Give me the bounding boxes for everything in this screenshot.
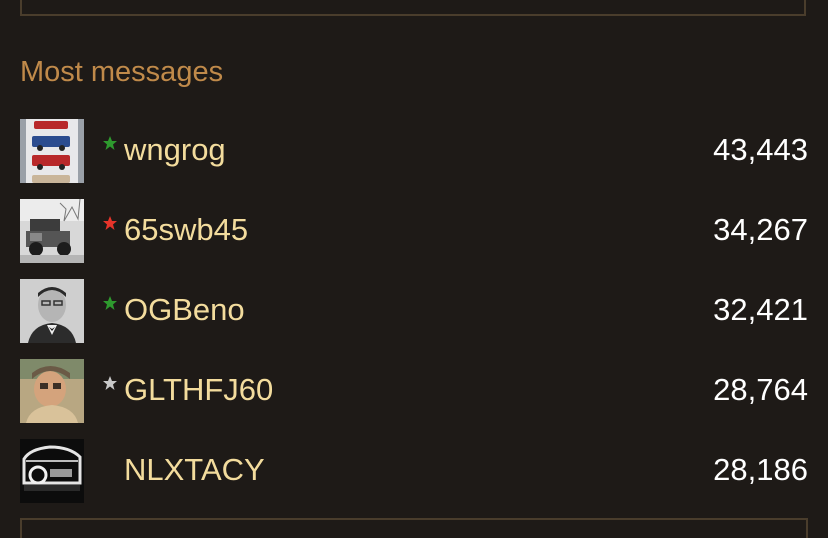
message-count: 32,421 [713, 292, 808, 327]
previous-section-box [20, 0, 806, 16]
star-icon [103, 296, 117, 310]
message-count: 28,186 [713, 452, 808, 487]
message-count: 34,267 [713, 212, 808, 247]
username-link[interactable]: OGBeno [124, 292, 245, 328]
avatar[interactable] [20, 119, 84, 183]
section-title: Most messages [20, 56, 224, 88]
star-icon [103, 216, 117, 230]
user-list: wngrog 43,443 65swb45 34,267 OGBeno 32,4… [20, 119, 808, 519]
next-section-box [20, 518, 808, 538]
username-link[interactable]: NLXTACY [124, 452, 265, 488]
avatar[interactable] [20, 439, 84, 503]
list-item: wngrog 43,443 [20, 119, 808, 199]
list-item: NLXTACY 28,186 [20, 439, 808, 519]
message-count: 43,443 [713, 132, 808, 167]
list-item: GLTHFJ60 28,764 [20, 359, 808, 439]
avatar[interactable] [20, 279, 84, 343]
list-item: 65swb45 34,267 [20, 199, 808, 279]
star-icon [103, 376, 117, 390]
list-item: OGBeno 32,421 [20, 279, 808, 359]
message-count: 28,764 [713, 372, 808, 407]
username-link[interactable]: wngrog [124, 132, 226, 168]
username-link[interactable]: GLTHFJ60 [124, 372, 273, 408]
avatar[interactable] [20, 359, 84, 423]
avatar[interactable] [20, 199, 84, 263]
star-icon [103, 136, 117, 150]
username-link[interactable]: 65swb45 [124, 212, 248, 248]
